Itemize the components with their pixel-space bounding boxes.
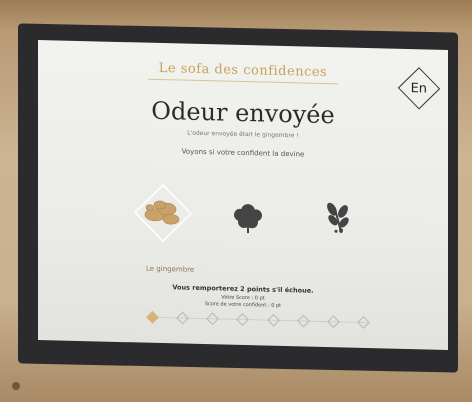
herb-sprig-icon	[327, 202, 349, 234]
hibiscus-icon	[234, 204, 262, 234]
progress-step	[357, 316, 370, 329]
progress-step	[297, 314, 310, 328]
progress-step	[176, 311, 189, 325]
choice-herb[interactable]	[293, 186, 383, 288]
ginger-root-icon	[133, 183, 193, 243]
page-title: Odeur envoyée	[151, 96, 335, 130]
progress-step	[206, 312, 219, 326]
progress-step	[236, 313, 249, 326]
prompt-text: Voyons si votre confident la devine	[181, 147, 305, 159]
progress-track	[146, 310, 370, 329]
choice-hibiscus[interactable]	[203, 184, 293, 286]
selected-answer-label: Le gingembre	[146, 264, 195, 274]
kiosk-sensor	[12, 382, 20, 390]
kiosk-screen: Le sofa des confidences En Odeur envoyée…	[38, 40, 448, 351]
language-button-label: En	[410, 80, 428, 97]
brand-title: Le sofa des confidences	[158, 60, 328, 81]
progress-step	[146, 310, 159, 324]
progress-step	[267, 313, 280, 327]
progress-step	[327, 315, 340, 329]
